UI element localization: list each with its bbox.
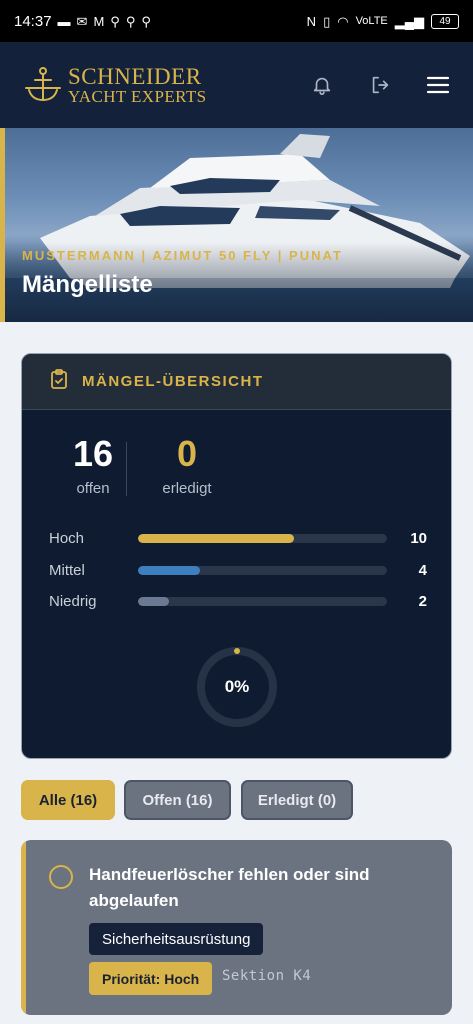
- priority-label: Hoch: [49, 529, 85, 547]
- item-accent-bar: [21, 840, 26, 1015]
- priority-count: 10: [410, 529, 427, 547]
- status-right: N ▯ ◠ VoLTE ▂▄▆ 49: [306, 13, 459, 29]
- menu-icon[interactable]: [423, 70, 453, 100]
- vibrate-icon: ▯: [323, 13, 331, 29]
- defect-item[interactable]: Handfeuerlöscher fehlen oder sind abgela…: [21, 840, 452, 1015]
- overview-title: MÄNGEL-ÜBERSICHT: [82, 373, 264, 390]
- bell-icon[interactable]: [307, 70, 337, 100]
- hero-subtitle: MUSTERMANN | AZIMUT 50 FLY | PUNAT: [22, 248, 343, 263]
- priority-count: 4: [418, 561, 427, 579]
- count-divider: [126, 442, 127, 496]
- overview-header: MÄNGEL-ÜBERSICHT: [22, 354, 451, 410]
- app-header: SCHNEIDER YACHT EXPERTS: [0, 42, 473, 128]
- signal-icon: ▂▄▆: [394, 13, 424, 29]
- priority-bar-fill: [138, 565, 201, 575]
- progress-percent: 0%: [224, 677, 250, 696]
- logout-icon[interactable]: [365, 70, 395, 100]
- done-count-block: 0 erledigt: [142, 434, 232, 497]
- done-label: erledigt: [162, 479, 212, 497]
- m-mail-icon: M: [93, 13, 105, 29]
- sim-icon: ▬: [57, 13, 71, 29]
- hub-icon: ⚲: [125, 13, 136, 29]
- hero-banner: MUSTERMANN | AZIMUT 50 FLY | PUNAT Mänge…: [0, 128, 473, 322]
- priority-bar-fill: [138, 533, 294, 543]
- brand-logo[interactable]: SCHNEIDER YACHT EXPERTS: [22, 64, 206, 106]
- status-circle-icon[interactable]: [49, 865, 73, 889]
- hub-icon: ⚲: [141, 13, 151, 29]
- brand-text: SCHNEIDER YACHT EXPERTS: [68, 65, 206, 105]
- overview-card: MÄNGEL-ÜBERSICHT 16 offen 0 erledigt Hoc…: [21, 353, 452, 759]
- priority-row-hoch: Hoch 10: [49, 528, 427, 548]
- priority-track: [138, 596, 387, 606]
- item-section: Sektion K4: [222, 968, 312, 984]
- nfc-icon: N: [306, 13, 317, 29]
- battery-level: 49: [439, 15, 451, 27]
- wifi-icon: ◠: [337, 13, 349, 29]
- status-bar: 14:37 ▬ ✉ M ⚲ ⚲ ⚲ N ▯ ◠ VoLTE ▂▄▆ 49: [0, 0, 473, 42]
- priority-label: Mittel: [49, 561, 85, 579]
- item-category-badge: Sicherheitsausrüstung: [89, 923, 264, 955]
- mail-icon: ✉: [76, 13, 88, 29]
- open-label: offen: [76, 479, 110, 497]
- brand-line1: SCHNEIDER: [68, 64, 202, 89]
- brand-line2: YACHT EXPERTS: [68, 87, 207, 106]
- clipboard-check-icon: [50, 369, 68, 394]
- priority-label: Niedrig: [49, 592, 97, 610]
- counts: 16 offen 0 erledigt: [22, 434, 451, 504]
- progress-ring: 0%: [194, 644, 280, 730]
- item-title: Handfeuerlöscher fehlen oder sind abgela…: [89, 865, 370, 910]
- priority-count: 2: [418, 592, 427, 610]
- battery-icon: 49: [431, 13, 459, 29]
- priority-track: [138, 565, 387, 575]
- status-time: 14:37: [14, 12, 52, 30]
- priority-track: [138, 533, 387, 543]
- status-left: 14:37 ▬ ✉ M ⚲ ⚲ ⚲: [14, 13, 151, 30]
- hero-accent-bar: [0, 128, 5, 322]
- header-actions: [307, 70, 453, 100]
- network-label: VoLTE: [355, 15, 388, 27]
- filter-done-button[interactable]: Erledigt (0): [241, 780, 353, 820]
- filter-all-button[interactable]: Alle (16): [21, 780, 115, 820]
- priority-row-mittel: Mittel 4: [49, 560, 427, 580]
- hub-icon: ⚲: [110, 13, 120, 29]
- priority-row-niedrig: Niedrig 2: [49, 591, 427, 611]
- filter-open-button[interactable]: Offen (16): [124, 780, 231, 820]
- item-priority-badge: Priorität: Hoch: [89, 962, 213, 995]
- open-count: 16: [72, 433, 114, 474]
- anchor-icon: [22, 64, 64, 106]
- done-count: 0: [176, 433, 198, 474]
- priority-bar-fill: [138, 596, 170, 606]
- open-count-block: 16 offen: [42, 434, 144, 497]
- page-title: Mängelliste: [22, 271, 153, 298]
